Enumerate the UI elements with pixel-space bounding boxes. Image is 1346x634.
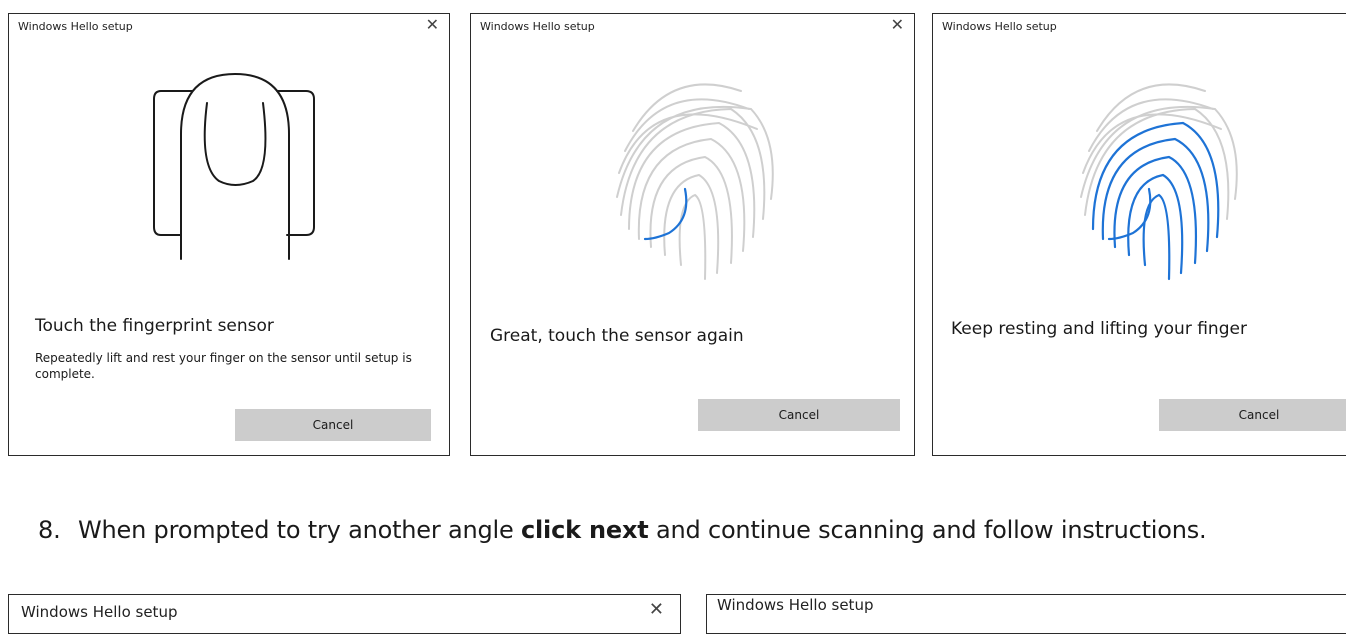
- close-icon[interactable]: ✕: [891, 17, 904, 33]
- instruction-text-end: and continue scanning and follow instruc…: [648, 516, 1207, 544]
- fingerprint-icon: [616, 83, 774, 280]
- close-icon[interactable]: ✕: [649, 601, 664, 619]
- windows-hello-dialog-partial-1: Windows Hello setup ✕: [8, 594, 681, 634]
- dialog-heading: Touch the fingerprint sensor: [35, 316, 274, 336]
- cancel-button[interactable]: Cancel: [235, 409, 431, 441]
- windows-hello-dialog-2: Windows Hello setup ✕ Great, touch the s…: [470, 13, 915, 456]
- cancel-button[interactable]: Cancel: [698, 399, 900, 431]
- windows-hello-dialog-partial-2: Windows Hello setup: [706, 594, 1346, 634]
- dialog-title: Windows Hello setup: [717, 596, 874, 614]
- step-number: 8.: [38, 516, 61, 544]
- dialog-title: Windows Hello setup: [942, 20, 1057, 33]
- dialog-body-text: Repeatedly lift and rest your finger on …: [35, 351, 412, 381]
- windows-hello-dialog-1: Windows Hello setup ✕ Touch the fingerpr…: [8, 13, 450, 456]
- finger-on-sensor-icon: [153, 73, 315, 260]
- fingerprint-icon: [1080, 83, 1238, 281]
- close-icon[interactable]: ✕: [426, 17, 439, 33]
- cancel-button[interactable]: Cancel: [1159, 399, 1346, 431]
- dialog-heading: Keep resting and lifting your finger: [951, 319, 1247, 339]
- dialog-title: Windows Hello setup: [18, 20, 133, 33]
- dialog-title: Windows Hello setup: [480, 20, 595, 33]
- dialog-heading: Great, touch the sensor again: [490, 326, 744, 346]
- instruction-step-8: 8. When prompted to try another angle cli…: [38, 516, 1207, 544]
- instruction-text: When prompted to try another angle: [78, 516, 521, 544]
- windows-hello-dialog-3: Windows Hello setup Keep resting and lif…: [932, 13, 1346, 456]
- dialog-title: Windows Hello setup: [21, 603, 178, 621]
- instruction-bold-text: click next: [521, 516, 649, 544]
